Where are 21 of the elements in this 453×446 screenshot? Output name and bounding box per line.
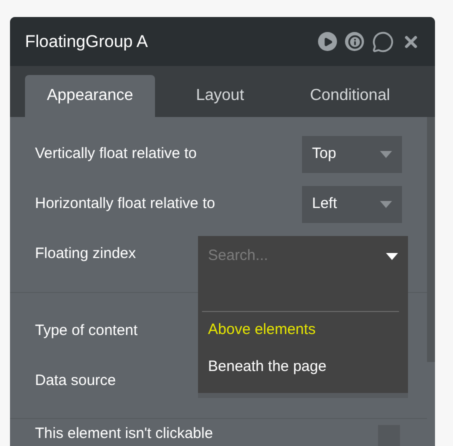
menu-option[interactable]: Above elements	[198, 312, 408, 349]
field-label: Type of content	[35, 320, 138, 341]
dropdown[interactable]: Top	[302, 136, 402, 173]
tab[interactable]: Conditional	[285, 75, 415, 117]
dropdown[interactable]: Left	[302, 186, 402, 223]
menu-option[interactable]: Beneath the page	[198, 349, 408, 386]
field-label: Floating zindex	[35, 244, 136, 264]
caret-icon	[380, 151, 392, 158]
field-label: This element isn't clickable	[35, 425, 213, 442]
search-field[interactable]: Search...	[208, 244, 386, 268]
play-icon[interactable]	[318, 32, 337, 51]
info-icon[interactable]	[345, 32, 364, 51]
comment-icon[interactable]	[372, 30, 394, 52]
field-label: Data source	[35, 370, 116, 391]
field-label: Vertically float relative to	[35, 144, 197, 164]
caret-icon	[380, 201, 392, 208]
field-label: Horizontally float relative to	[35, 194, 216, 214]
tab[interactable]: Appearance	[25, 75, 155, 117]
caret-icon	[386, 252, 398, 260]
tab[interactable]: Layout	[155, 75, 285, 117]
window-title: FloatingGroup A	[25, 30, 149, 53]
